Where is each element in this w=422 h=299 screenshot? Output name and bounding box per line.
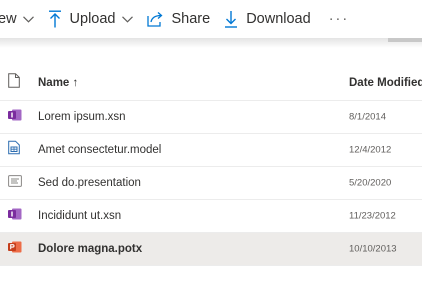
column-header-row: Name ↑ Date Modified [0, 66, 422, 101]
column-header-name[interactable]: Name ↑ [38, 77, 78, 89]
file-name: Dolore magna.potx [38, 243, 143, 255]
chevron-down-icon [121, 15, 133, 23]
upload-label: Upload [69, 11, 116, 27]
table-row[interactable]: Amet consectetur.model 12/4/2012 [0, 134, 422, 167]
file-date-modified: 5/20/2020 [349, 177, 392, 189]
file-name: Sed do.presentation [38, 177, 141, 189]
presentation-file-icon [8, 174, 22, 192]
column-header-date-modified[interactable]: Date Modified [349, 77, 422, 89]
file-name: Amet consectetur.model [38, 144, 162, 156]
file-date-modified: 11/23/2012 [349, 210, 396, 222]
upload-icon [48, 10, 61, 28]
share-icon [146, 12, 162, 27]
file-name: Incididunt ut.xsn [38, 210, 122, 222]
file-name: Lorem ipsum.xsn [38, 111, 126, 123]
infopath-file-icon [8, 207, 22, 225]
upload-button[interactable]: Upload [48, 0, 133, 38]
toolbar-shadow [0, 38, 422, 48]
view-button[interactable]: ew [0, 0, 34, 38]
table-row-partial[interactable] [0, 266, 422, 299]
table-row[interactable]: Lorem ipsum.xsn 8/1/2014 [0, 101, 422, 134]
share-label: Share [171, 11, 211, 27]
infopath-file-icon [8, 108, 22, 126]
file-type-header-icon[interactable] [8, 73, 20, 93]
download-label: Download [246, 11, 311, 27]
view-label: ew [0, 11, 17, 27]
download-icon [225, 11, 238, 28]
file-date-modified: 10/10/2013 [349, 243, 397, 255]
share-button[interactable]: Share [146, 0, 211, 38]
table-row-selected[interactable]: Dolore magna.potx 10/10/2013 [0, 233, 422, 266]
chevron-down-icon [22, 15, 34, 23]
powerpoint-template-icon [8, 240, 22, 258]
file-date-modified: 8/1/2014 [349, 111, 386, 123]
file-date-modified: 12/4/2012 [349, 144, 392, 156]
download-button[interactable]: Download [224, 0, 311, 38]
table-row[interactable]: Sed do.presentation 5/20/2020 [0, 167, 422, 200]
command-bar: ew Upload Share Download ··· [0, 0, 422, 38]
table-row[interactable]: Incididunt ut.xsn 11/23/2012 [0, 200, 422, 233]
model-file-icon [8, 140, 20, 160]
file-list: Name ↑ Date Modified Lorem ipsum.xsn 8/1… [0, 66, 422, 299]
more-options-button[interactable]: ··· [329, 0, 350, 38]
more-label: ··· [328, 11, 350, 27]
